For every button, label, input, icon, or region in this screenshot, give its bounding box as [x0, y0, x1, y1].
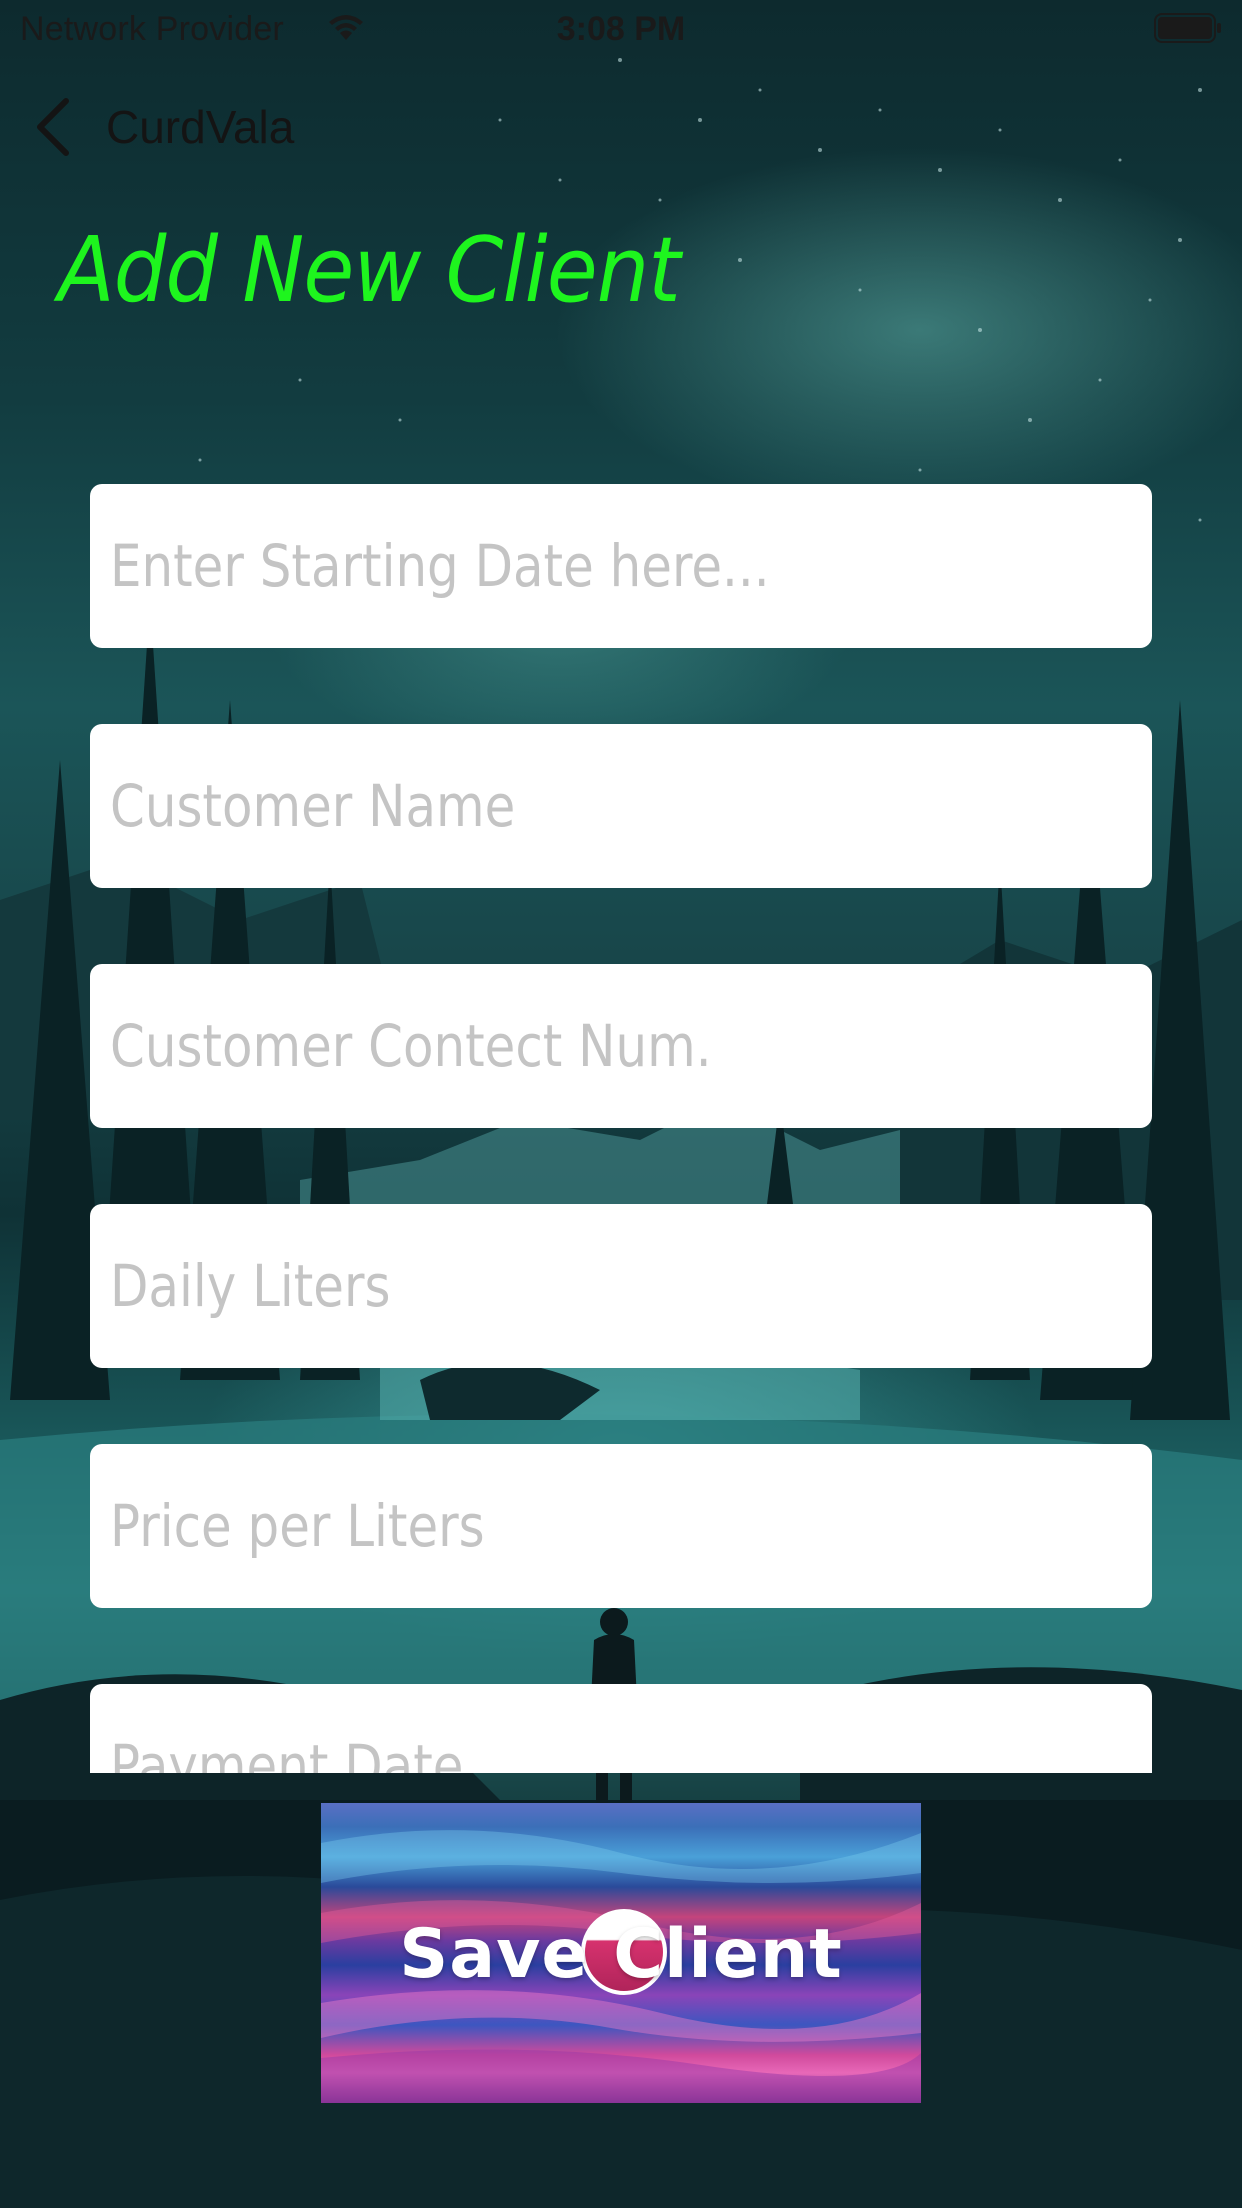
- client-form[interactable]: [90, 484, 1152, 1773]
- payment-date-input[interactable]: [110, 1716, 988, 1773]
- starting-date-field[interactable]: [90, 484, 1152, 648]
- customer-contact-field[interactable]: [90, 964, 1152, 1128]
- back-button[interactable]: CurdVala: [30, 92, 294, 162]
- save-client-button[interactable]: Save Client: [321, 1803, 921, 2103]
- save-button-label: Save Client: [399, 1915, 843, 1994]
- price-per-liter-field[interactable]: [90, 1444, 1152, 1608]
- starting-date-input[interactable]: [110, 516, 988, 616]
- customer-contact-input[interactable]: [110, 996, 988, 1096]
- daily-liters-field[interactable]: [90, 1204, 1152, 1368]
- customer-name-input[interactable]: [110, 756, 988, 856]
- battery-icon: [1154, 13, 1221, 43]
- customer-name-field[interactable]: [90, 724, 1152, 888]
- payment-date-field[interactable]: [90, 1684, 1152, 1773]
- page-title: Add New Client: [58, 218, 681, 323]
- back-button-label: CurdVala: [106, 101, 295, 153]
- status-time: 3:08 PM: [556, 10, 686, 48]
- chevron-left-icon: [37, 98, 69, 156]
- price-per-liter-input[interactable]: [110, 1476, 988, 1576]
- status-bar: Network Provider 3:08 PM: [0, 0, 1242, 60]
- daily-liters-input[interactable]: [110, 1236, 988, 1336]
